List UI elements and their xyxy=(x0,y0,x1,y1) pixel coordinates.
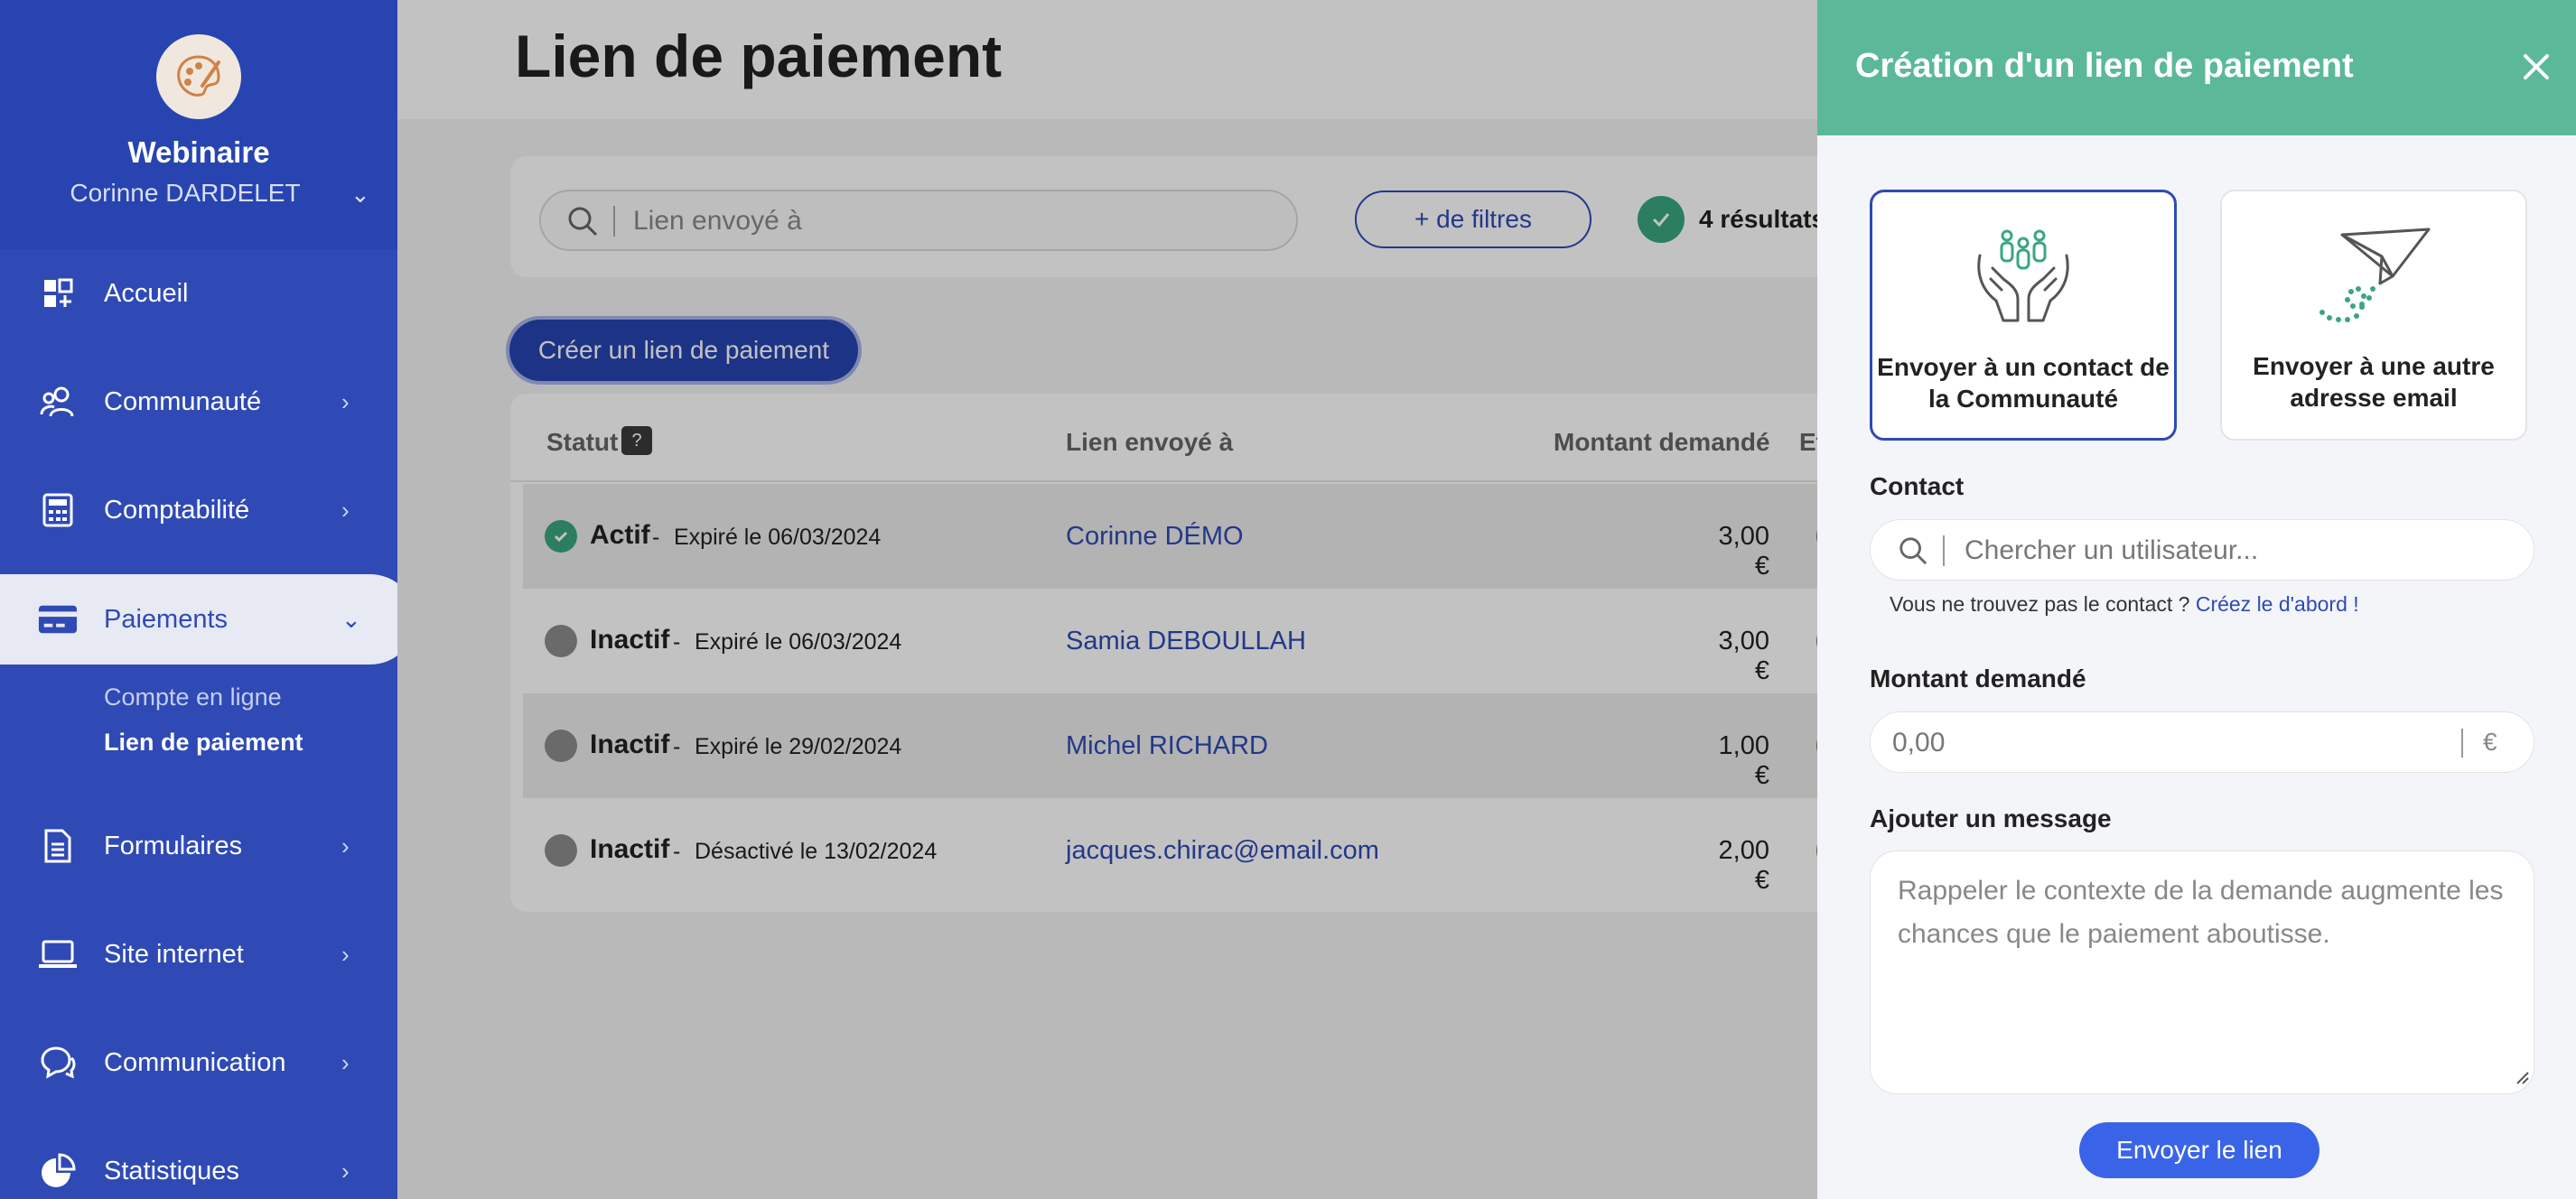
hint-text: Vous ne trouvez pas le contact ? xyxy=(1890,592,2190,616)
chat-icon xyxy=(38,1043,78,1083)
choice-other-email[interactable]: Envoyer à une autre adresse email xyxy=(2220,190,2527,441)
resize-handle-icon[interactable] xyxy=(2514,1069,2530,1090)
sidebar-item-communaute[interactable]: Communauté › xyxy=(0,357,397,447)
contact-label: Contact xyxy=(1870,472,1965,500)
organization-header[interactable]: Webinaire Corinne DARDELET ⌄ xyxy=(0,0,397,249)
chevron-down-icon[interactable]: ⌄ xyxy=(350,181,370,209)
amount-label: Montant demandé xyxy=(1870,665,2086,692)
chevron-right-icon: › xyxy=(341,940,350,968)
choice-community-label: Envoyer à un contact de la Communauté xyxy=(1877,353,2170,413)
chevron-right-icon: › xyxy=(341,1157,350,1185)
subnav-lien-de-paiement[interactable]: Lien de paiement xyxy=(104,729,303,757)
contact-hint: Vous ne trouvez pas le contact ? Créez l… xyxy=(1890,592,2359,617)
paper-plane-icon xyxy=(2222,226,2525,325)
sidebar-item-comptabilite[interactable]: Comptabilité › xyxy=(0,465,397,555)
message-label: Ajouter un message xyxy=(1870,804,2112,832)
chevron-down-icon: ⌄ xyxy=(341,605,361,633)
sidebar-item-site-internet[interactable]: Site internet › xyxy=(0,909,397,999)
chevron-right-icon: › xyxy=(341,1048,350,1076)
subnav-compte-en-ligne[interactable]: Compte en ligne xyxy=(104,683,282,711)
pie-chart-icon xyxy=(38,1151,78,1191)
sidebar-item-label: Formulaires xyxy=(104,831,243,860)
chevron-right-icon: › xyxy=(341,496,350,524)
chevron-right-icon: › xyxy=(341,832,350,860)
drawer-title: Création d'un lien de paiement xyxy=(1855,47,2354,85)
sidebar-item-label: Comptabilité xyxy=(104,495,250,525)
sidebar-item-formulaires[interactable]: Formulaires › xyxy=(0,801,397,891)
dashboard-icon xyxy=(38,274,78,313)
search-icon xyxy=(1898,535,1928,571)
message-placeholder: Rappeler le contexte de la demande augme… xyxy=(1898,876,2504,949)
sidebar: Webinaire Corinne DARDELET ⌄ Accueil Com… xyxy=(0,0,415,1199)
create-contact-link[interactable]: Créez le d'abord ! xyxy=(2196,592,2359,616)
modal-backdrop[interactable] xyxy=(397,0,1817,1199)
currency-symbol: € xyxy=(2483,728,2497,756)
amount-placeholder: 0,00 xyxy=(1892,728,1946,758)
create-link-drawer: Création d'un lien de paiement Envoyer à… xyxy=(1817,0,2576,1199)
sidebar-item-statistiques[interactable]: Statistiques › xyxy=(0,1126,397,1199)
calculator-icon xyxy=(38,490,78,530)
message-textarea[interactable]: Rappeler le contexte de la demande augme… xyxy=(1870,850,2534,1094)
sidebar-item-label: Accueil xyxy=(104,278,189,308)
community-icon xyxy=(38,382,78,422)
choice-community-contact[interactable]: Envoyer à un contact de la Communauté xyxy=(1870,190,2177,441)
sidebar-item-label: Paiements xyxy=(104,604,229,634)
drawer-header: Création d'un lien de paiement xyxy=(1817,0,2576,135)
contact-search-input[interactable]: Chercher un utilisateur... xyxy=(1870,519,2534,581)
search-separator xyxy=(1943,535,1945,566)
sidebar-item-label: Statistiques xyxy=(104,1156,239,1185)
choice-email-label: Envoyer à une autre adresse email xyxy=(2253,352,2495,412)
document-icon xyxy=(38,826,78,866)
chevron-right-icon: › xyxy=(341,387,350,415)
laptop-icon xyxy=(38,934,78,974)
amount-input[interactable]: 0,00 € xyxy=(1870,711,2534,773)
send-link-button[interactable]: Envoyer le lien xyxy=(2079,1122,2319,1178)
currency-separator xyxy=(2461,729,2463,758)
palette-icon xyxy=(156,34,241,119)
credit-card-icon xyxy=(38,600,78,639)
contact-search-placeholder: Chercher un utilisateur... xyxy=(1965,535,2259,565)
sidebar-item-label: Communication xyxy=(104,1047,286,1077)
hands-people-icon xyxy=(1872,227,2174,324)
organization-name: Webinaire xyxy=(127,135,270,169)
sidebar-item-label: Site internet xyxy=(104,939,244,969)
sidebar-item-communication[interactable]: Communication › xyxy=(0,1018,397,1108)
sidebar-item-label: Communauté xyxy=(104,386,262,416)
sidebar-item-accueil[interactable]: Accueil xyxy=(0,248,397,339)
user-name: Corinne DARDELET xyxy=(70,179,301,207)
sidebar-item-paiements[interactable]: Paiements ⌄ xyxy=(0,574,415,665)
close-icon[interactable] xyxy=(2513,43,2560,90)
